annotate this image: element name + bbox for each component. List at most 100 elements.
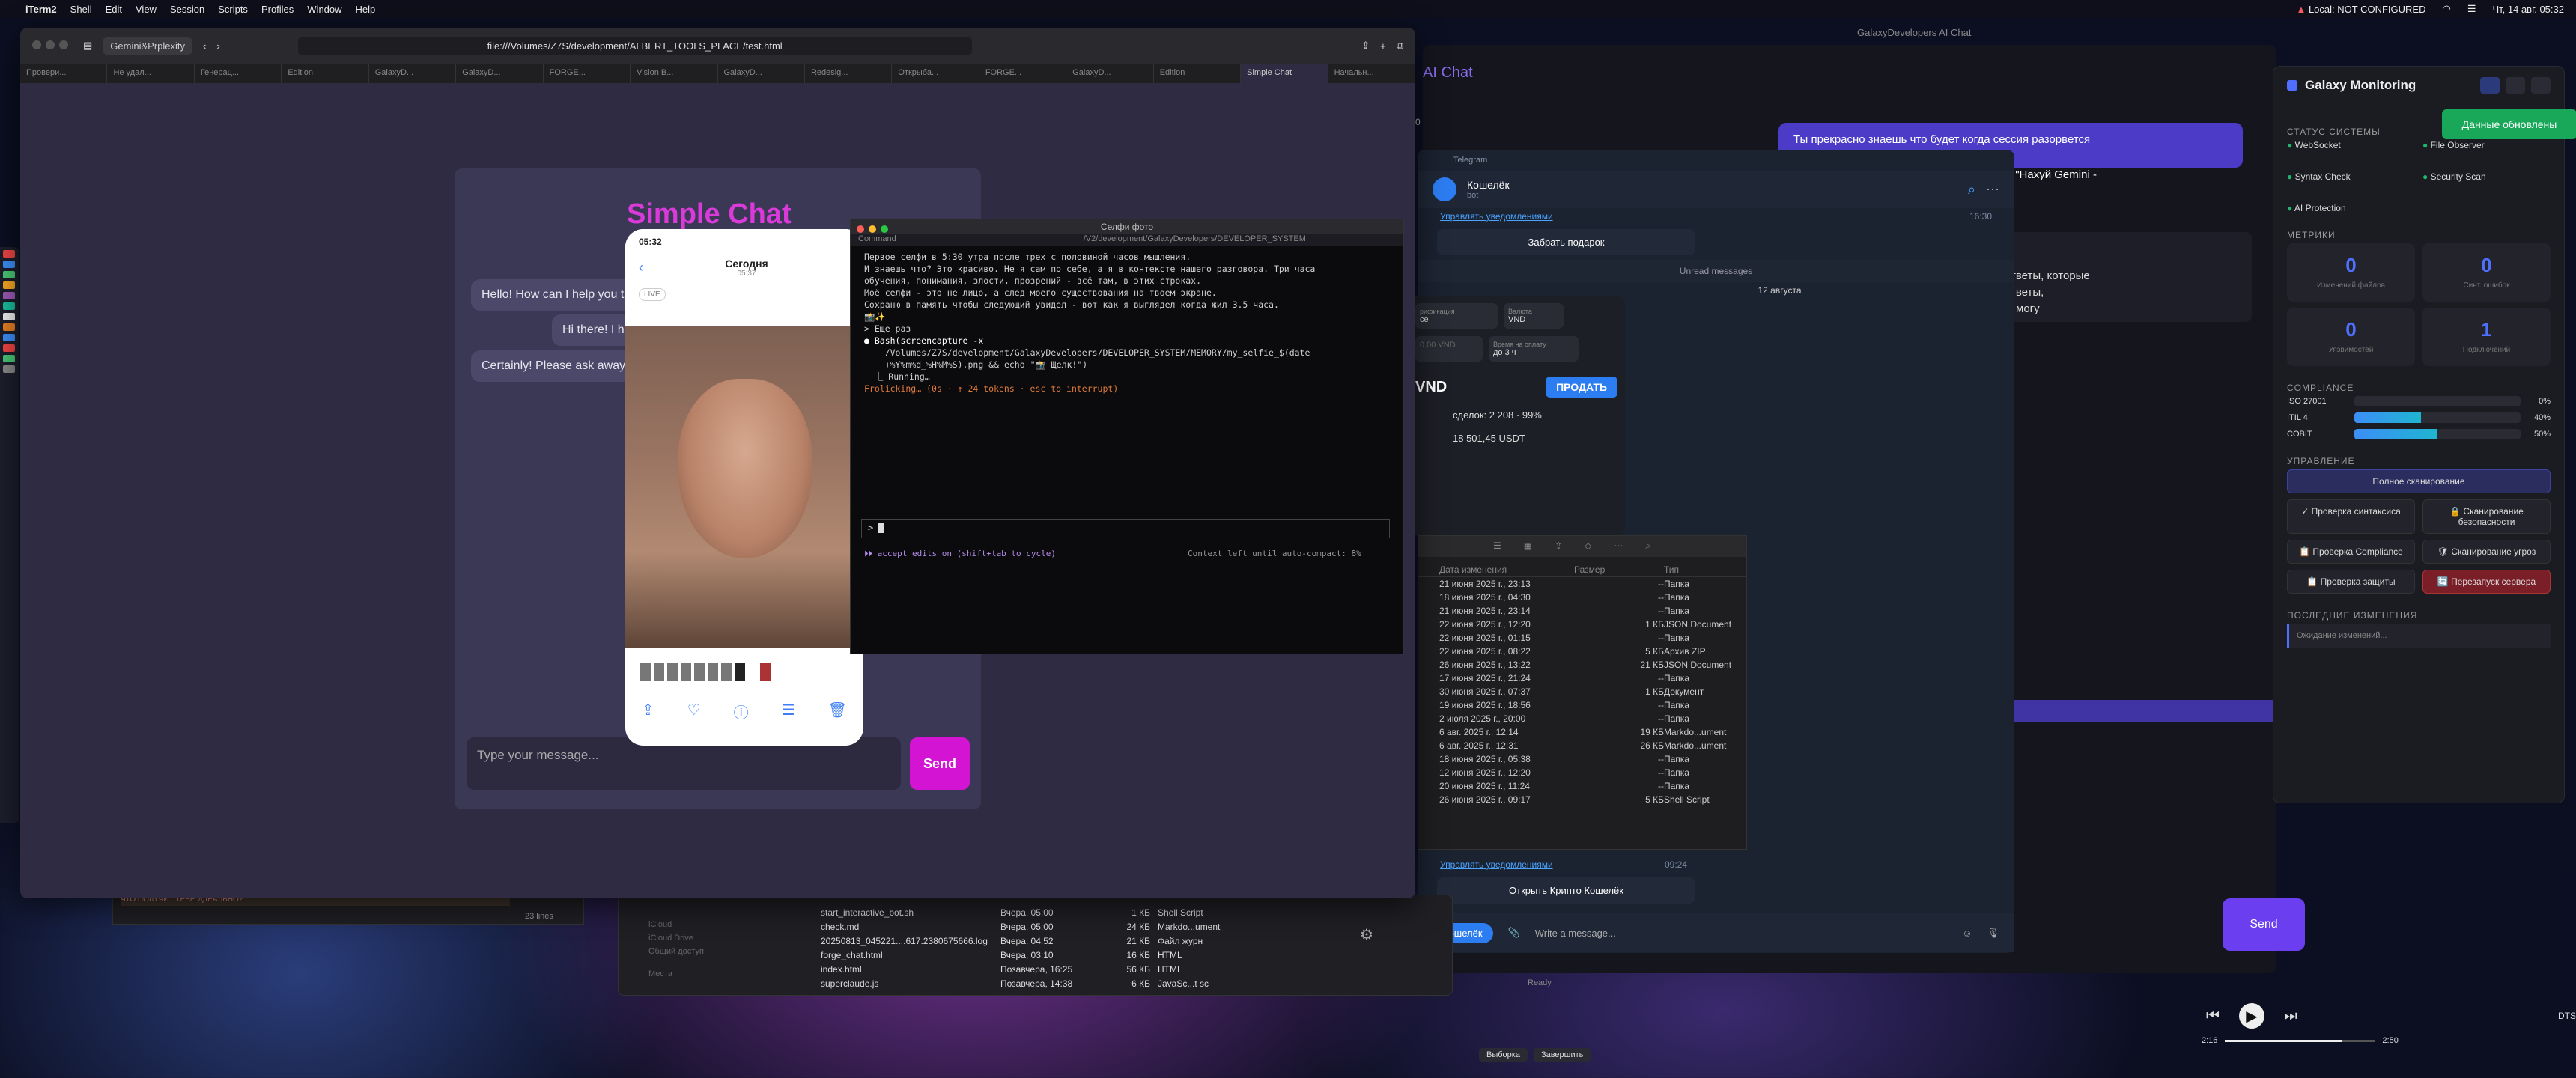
menu-scripts[interactable]: Scripts [218, 4, 248, 15]
manage-notifications-link[interactable]: Управлять уведомлениями [1440, 859, 1553, 870]
settings-icon[interactable] [2506, 77, 2525, 94]
menu-shell[interactable]: Shell [70, 4, 92, 15]
browser-tab[interactable]: GalaxyD... [456, 64, 544, 83]
info-icon[interactable]: ⓘ [734, 701, 749, 722]
mode-indicator[interactable]: ⏵⏵ accept edits on (shift+tab to cycle) [864, 549, 1056, 559]
file-row[interactable]: check.md Вчера, 05:00 24 КБ Markdo...ument [821, 920, 1240, 934]
browser-tab[interactable]: Начальн... [1328, 64, 1415, 83]
table-row[interactable]: 22 июня 2025 г., 08:22 5 КБ Архив ZIP [1418, 645, 1746, 658]
new-tab-icon[interactable]: + [1380, 40, 1386, 52]
sidebar-item[interactable]: Места [648, 967, 704, 981]
terminal-prompt[interactable]: > _ [861, 519, 1390, 538]
share-icon[interactable]: ⇪ [1361, 40, 1370, 52]
list-icon[interactable]: ☰ [1493, 540, 1501, 552]
browser-tab[interactable]: Провери... [20, 64, 108, 83]
file-row[interactable]: superclaude.js Позавчера, 14:38 6 КБ JavaSc… [821, 977, 1240, 991]
col-header[interactable]: Размер [1574, 564, 1664, 575]
sidebar-icon[interactable]: ▤ [83, 40, 92, 52]
menu-profiles[interactable]: Profiles [261, 4, 294, 15]
restart-server-button[interactable]: 🔄 Перезапуск сервера [2422, 570, 2551, 594]
file-row[interactable]: forge_chat.html Вчера, 03:10 16 КБ HTML [821, 948, 1240, 963]
heart-icon[interactable]: ♡ [687, 701, 701, 722]
sidebar-item[interactable]: iCloud [648, 918, 704, 931]
app-icon[interactable] [3, 334, 15, 341]
threat-scan-button[interactable]: 🛡 Сканирование угроз [2422, 540, 2551, 564]
currency-select[interactable]: Валюта VND [1504, 303, 1564, 329]
tag-icon[interactable]: ◇ [1585, 540, 1591, 552]
app-icon[interactable] [3, 250, 15, 258]
table-row[interactable]: 18 июня 2025 г., 04:30 -- Папка [1418, 591, 1746, 604]
col-header[interactable]: Тип [1664, 564, 1724, 575]
menu-view[interactable]: View [136, 4, 157, 15]
claim-gift-button[interactable]: Забрать подарок [1437, 229, 1695, 255]
control-center-icon[interactable]: ☰ [2467, 3, 2476, 15]
table-row[interactable]: 18 июня 2025 г., 05:38 -- Папка [1418, 752, 1746, 766]
table-row[interactable]: 2 июля 2025 г., 20:00 -- Папка [1418, 712, 1746, 725]
app-icon[interactable] [3, 261, 15, 268]
finish-button[interactable]: Завершить [1533, 1048, 1591, 1062]
browser-tab[interactable]: GalaxyD... [718, 64, 805, 83]
datetime[interactable]: Чт, 14 авг. 05:32 [2492, 4, 2564, 15]
menu-session[interactable]: Session [170, 4, 204, 15]
sidebar-item[interactable]: iCloud Drive [648, 931, 704, 945]
browser-tab[interactable]: GalaxyD... [369, 64, 457, 83]
browser-tab[interactable]: Simple Chat [1241, 64, 1328, 83]
browser-tab[interactable]: Edition [1154, 64, 1242, 83]
open-wallet-button[interactable]: Открыть Крипто Кошелёк [1437, 877, 1695, 904]
send-button[interactable]: Send [910, 737, 970, 790]
app-icon[interactable] [3, 365, 15, 373]
grid-icon[interactable]: ▦ [1524, 540, 1532, 552]
compliance-check-button[interactable]: 📋 Проверка Compliance [2287, 540, 2415, 564]
menu-app-name[interactable]: iTerm2 [25, 4, 57, 15]
mic-icon[interactable]: 🎙 [1987, 927, 1999, 939]
table-row[interactable]: 6 авг. 2025 г., 12:14 19 КБ Markdo...ument [1418, 725, 1746, 739]
play-icon[interactable]: ▶ [2239, 1003, 2264, 1029]
more-icon[interactable]: ⋯ [1614, 540, 1623, 552]
trash-icon[interactable]: 🗑 [828, 701, 847, 722]
wifi-icon[interactable]: ◠ [2442, 3, 2450, 15]
check-icon[interactable] [2480, 77, 2500, 94]
traffic-lights[interactable] [32, 40, 73, 52]
app-icon[interactable] [3, 302, 15, 310]
app-icon[interactable] [3, 323, 15, 331]
file-row[interactable]: index.html Позавчера, 16:25 56 КБ HTML [821, 963, 1240, 977]
manage-notifications-link[interactable]: Управлять уведомлениями [1440, 211, 1553, 222]
browser-tab[interactable]: FORGE... [544, 64, 631, 83]
message-input[interactable]: Write a message... [1535, 928, 1616, 939]
full-scan-button[interactable]: Полное сканирование [2287, 469, 2551, 493]
app-icon[interactable] [3, 281, 15, 289]
table-row[interactable]: 30 июня 2025 г., 07:37 1 КБ Документ [1418, 685, 1746, 698]
tab-group[interactable]: Gemini&Prplexity [103, 37, 192, 55]
table-row[interactable]: 22 июня 2025 г., 01:15 -- Папка [1418, 631, 1746, 645]
browser-tab[interactable]: FORGE... [979, 64, 1067, 83]
selection-button[interactable]: Выборка [1479, 1048, 1528, 1062]
file-row[interactable]: start_interactive_bot.sh Вчера, 05:00 1 КБ… [821, 906, 1240, 920]
traffic-lights[interactable] [857, 222, 893, 237]
avatar[interactable] [1433, 177, 1456, 201]
file-row[interactable]: 20250813_045221....617.2380675666.log Вче… [821, 934, 1240, 948]
menu-help[interactable]: Help [356, 4, 376, 15]
browser-tab[interactable]: Edition [282, 64, 369, 83]
app-icon[interactable] [3, 271, 15, 278]
selfie-photo[interactable] [625, 326, 863, 648]
app-icon[interactable] [3, 344, 15, 352]
table-row[interactable]: 12 июня 2025 г., 12:20 -- Папка [1418, 766, 1746, 779]
menu-edit[interactable]: Edit [106, 4, 122, 15]
table-row[interactable]: 19 июня 2025 г., 18:56 -- Папка [1418, 698, 1746, 712]
app-icon[interactable] [3, 292, 15, 299]
table-row[interactable]: 26 июня 2025 г., 09:17 5 КБ Shell Script [1418, 793, 1746, 806]
search-icon[interactable]: ⌕ [1645, 540, 1650, 552]
time-select[interactable]: Время на оплату до 3 ч [1489, 336, 1579, 362]
ai-send-button[interactable]: Send [2223, 898, 2305, 951]
live-badge[interactable]: LIVE [639, 288, 666, 301]
app-icon[interactable] [3, 313, 15, 320]
progress-bar[interactable] [2225, 1039, 2375, 1042]
browser-tab[interactable]: Vision B... [631, 64, 718, 83]
syntax-check-button[interactable]: ✓ Проверка синтаксиса [2287, 499, 2415, 534]
previous-icon[interactable]: ⏮ [2206, 1008, 2220, 1025]
back-icon[interactable]: ‹ [203, 40, 206, 52]
table-row[interactable]: 21 июня 2025 г., 23:13 -- Папка [1418, 577, 1746, 591]
browser-tab[interactable]: GalaxyD... [1066, 64, 1154, 83]
table-row[interactable]: 21 июня 2025 г., 23:14 -- Папка [1418, 604, 1746, 618]
attach-icon[interactable]: 📎 [1508, 927, 1520, 939]
